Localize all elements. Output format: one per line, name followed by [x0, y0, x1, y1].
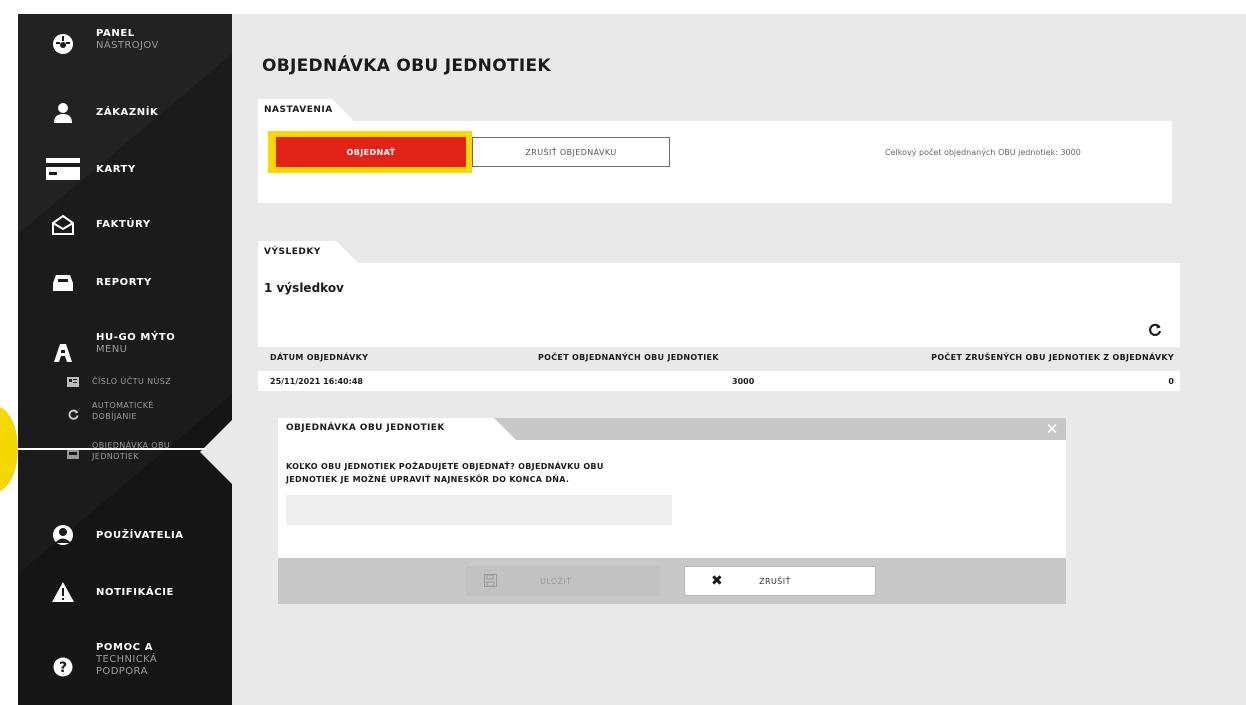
floppy-disk-icon — [484, 574, 498, 588]
sidebar-item-customer[interactable]: ZÁKAZNÍK — [18, 100, 232, 126]
sidebar-subitem-label-line2: DOBÍJANIE — [92, 412, 137, 421]
sidebar-item-label: PANEL — [96, 28, 135, 39]
modal-footer — [278, 558, 1066, 604]
quantity-input[interactable] — [286, 495, 672, 525]
sidebar: PANEL NÁSTROJOV ZÁKAZNÍK KARTY FAKTÚRY R… — [18, 14, 232, 705]
cell-cancelled: 0 — [1168, 377, 1174, 386]
results-panel — [258, 263, 1180, 347]
sidebar-subitem-label-line2: JEDNOTIEK — [92, 452, 140, 461]
cell-ordered: 3000 — [732, 377, 755, 386]
results-count: 1 výsledkov — [264, 281, 344, 295]
sidebar-item-label: ZÁKAZNÍK — [96, 107, 159, 118]
active-indicator-notch — [200, 418, 234, 486]
save-button-label: ULOŽIŤ — [540, 576, 572, 586]
user-icon — [50, 102, 76, 124]
page: PANEL NÁSTROJOV ZÁKAZNÍK KARTY FAKTÚRY R… — [0, 0, 1246, 705]
modal-title: OBJEDNÁVKA OBU JEDNOTIEK — [278, 418, 516, 440]
sidebar-subitem-label: AUTOMATICKÉ — [92, 401, 154, 410]
sidebar-item-label: HU-GO MÝTO — [96, 332, 176, 343]
cancel-order-button[interactable]: ZRUŠIŤ OBJEDNÁVKU — [472, 137, 670, 167]
hugo-logo-icon — [50, 342, 76, 364]
sidebar-item-label: POMOC A — [96, 642, 154, 653]
sidebar-item-notifications[interactable]: NOTIFIKÁCIE — [18, 579, 232, 605]
sidebar-item-users[interactable]: POUŽÍVATELIA — [18, 522, 232, 548]
refresh-icon — [66, 408, 80, 420]
total-count-text: Celkový počet objednaných OBU jednotiek:… — [885, 148, 1081, 157]
cancel-button[interactable]: ✖ ZRUŠIŤ — [684, 566, 876, 596]
save-button[interactable]: ULOŽIŤ — [466, 566, 660, 596]
cell-date: 25/11/2021 16:40:48 — [270, 377, 363, 386]
dashboard-icon — [50, 33, 76, 55]
sidebar-item-label: REPORTY — [96, 277, 152, 288]
sidebar-item-reports[interactable]: REPORTY — [18, 270, 232, 296]
column-header-cancelled[interactable]: POČET ZRUŠENÝCH OBU JEDNOTIEK Z OBJEDNÁV… — [931, 353, 1174, 362]
warning-icon — [50, 581, 76, 603]
page-title: OBJEDNÁVKA OBU JEDNOTIEK — [262, 56, 551, 76]
sidebar-subitem-obu-order[interactable]: OBJEDNÁVKA OBU JEDNOTIEK — [66, 440, 170, 462]
results-tab: VÝSLEDKY — [258, 241, 358, 263]
inbox-icon — [50, 272, 76, 294]
sidebar-item-dashboard[interactable]: PANEL NÁSTROJOV — [18, 28, 232, 64]
sidebar-item-label: FAKTÚRY — [96, 219, 151, 230]
sidebar-subitem-account-number[interactable]: ČÍSLO ÚČTU NÚSZ — [66, 376, 171, 388]
order-button[interactable]: OBJEDNAŤ — [276, 137, 466, 167]
column-header-date[interactable]: DÁTUM OBJEDNÁVKY — [270, 353, 368, 362]
refresh-icon[interactable] — [1148, 322, 1164, 338]
sidebar-item-label: POUŽÍVATELIA — [96, 530, 184, 541]
svg-text:?: ? — [59, 660, 67, 676]
sidebar-item-sublabel: NÁSTROJOV — [96, 40, 159, 51]
modal-question-line2: JEDNOTIEK JE MOŽNÉ UPRAVIŤ NAJNESKÔR DO … — [286, 475, 570, 484]
close-icon[interactable]: ✕ — [1044, 421, 1060, 437]
modal-question-line1: KOĽKO OBU JEDNOTIEK POŽADUJETE OBJEDNAŤ?… — [286, 462, 604, 471]
sidebar-item-label: NOTIFIKÁCIE — [96, 587, 174, 598]
sidebar-item-sublabel: TECHNICKÁ — [96, 654, 158, 665]
annotation-marker — [0, 406, 18, 492]
sidebar-item-cards[interactable]: KARTY — [18, 156, 232, 182]
sidebar-item-help[interactable]: ? POMOC A TECHNICKÁ PODPORA — [18, 642, 232, 690]
sidebar-subitem-auto-topup[interactable]: AUTOMATICKÉ DOBÍJANIE — [66, 400, 154, 422]
settings-tab: NASTAVENIA — [258, 99, 354, 121]
sidebar-item-sublabel: MENU — [96, 344, 128, 355]
annotation-line — [18, 448, 206, 450]
results-table-header: DÁTUM OBJEDNÁVKY POČET OBJEDNANÝCH OBU J… — [258, 347, 1180, 367]
help-icon: ? — [50, 656, 76, 678]
sidebar-item-label: KARTY — [96, 164, 136, 175]
table-row[interactable]: 25/11/2021 16:40:48 3000 0 — [258, 371, 1180, 391]
sidebar-item-invoices[interactable]: FAKTÚRY — [18, 212, 232, 238]
close-x-icon: ✖ — [711, 573, 724, 589]
cancel-button-label: ZRUŠIŤ — [759, 576, 791, 586]
envelope-icon — [50, 214, 76, 236]
modal-question: KOĽKO OBU JEDNOTIEK POŽADUJETE OBJEDNAŤ?… — [286, 460, 686, 486]
card-icon — [46, 158, 80, 180]
sidebar-subitem-label: ČÍSLO ÚČTU NÚSZ — [92, 377, 172, 386]
user-circle-icon — [50, 524, 76, 546]
id-card-icon — [66, 376, 80, 388]
sidebar-item-sublabel-2: PODPORA — [96, 666, 148, 677]
sidebar-item-hugo[interactable]: HU-GO MÝTO MENU — [18, 332, 232, 364]
column-header-ordered[interactable]: POČET OBJEDNANÝCH OBU JEDNOTIEK — [538, 353, 719, 362]
